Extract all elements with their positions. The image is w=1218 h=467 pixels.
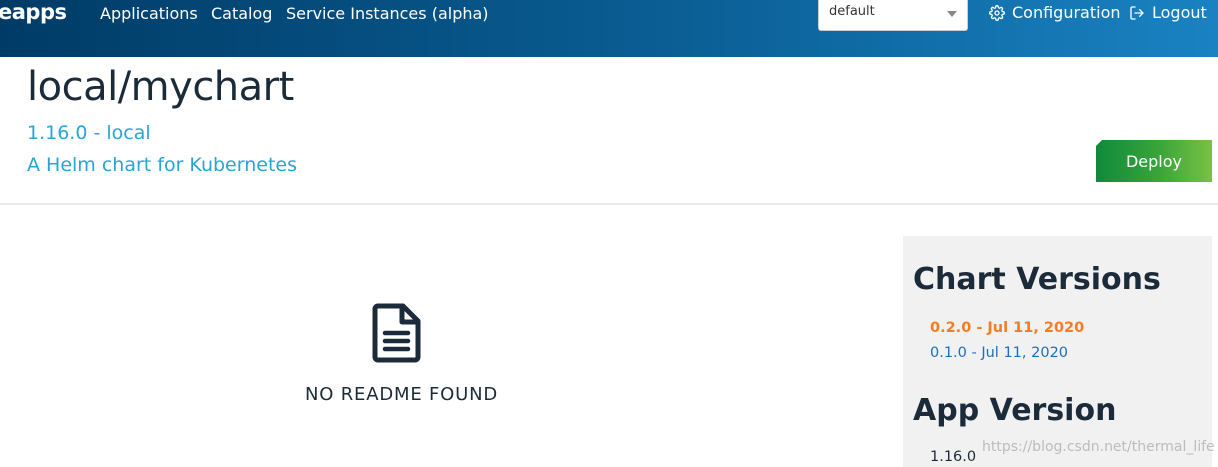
chart-versions-heading: Chart Versions: [913, 262, 1161, 297]
header-divider: [0, 203, 1218, 205]
chart-version-link-active[interactable]: 0.2.0 - Jul 11, 2020: [930, 320, 1084, 336]
chart-version-link[interactable]: 0.1.0 - Jul 11, 2020: [930, 345, 1068, 361]
file-text-icon: [372, 303, 421, 363]
namespace-select[interactable]: default: [818, 0, 968, 31]
logout-label: Logout: [1152, 3, 1207, 22]
top-navbar: eapps Applications Catalog Service Insta…: [0, 0, 1218, 57]
watermark-text: https://blog.csdn.net/thermal_life: [982, 439, 1215, 455]
gear-icon: [989, 4, 1005, 21]
configuration-label: Configuration: [1012, 3, 1121, 22]
namespace-select-value: default: [829, 4, 875, 19]
nav-service-instances[interactable]: Service Instances (alpha): [286, 4, 489, 23]
chevron-down-icon: [947, 11, 957, 17]
chart-sidebar: Chart Versions 0.2.0 - Jul 11, 2020 0.1.…: [903, 236, 1212, 467]
logout-icon: [1130, 5, 1144, 20]
chart-title: local/mychart: [27, 64, 294, 110]
deploy-button[interactable]: Deploy: [1096, 140, 1212, 182]
chart-version-line: 1.16.0 - local: [27, 122, 151, 144]
logout-link[interactable]: Logout: [1129, 3, 1207, 22]
nav-applications[interactable]: Applications: [100, 4, 198, 23]
brand-logo[interactable]: eapps: [0, 0, 67, 24]
app-version-heading: App Version: [913, 393, 1117, 428]
configuration-link[interactable]: Configuration: [989, 3, 1121, 22]
readme-empty-text: NO README FOUND: [305, 384, 499, 405]
nav-catalog[interactable]: Catalog: [211, 4, 272, 23]
chart-description: A Helm chart for Kubernetes: [27, 154, 297, 176]
app-version-value: 1.16.0: [930, 449, 977, 465]
